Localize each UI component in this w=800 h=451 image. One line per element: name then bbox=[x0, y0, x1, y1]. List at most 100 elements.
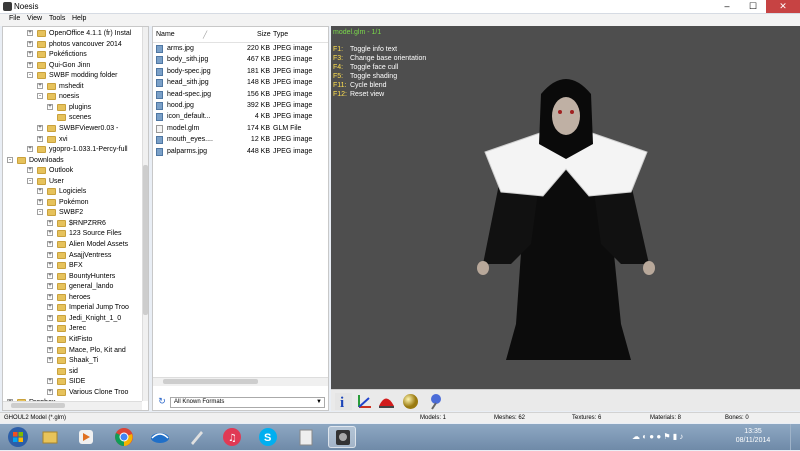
collapse-icon[interactable]: - bbox=[37, 93, 43, 100]
tree-item-label: Alien Model Assets bbox=[69, 241, 129, 248]
expand-icon[interactable]: + bbox=[47, 304, 53, 311]
menu-help[interactable]: Help bbox=[72, 15, 86, 22]
image-file-icon bbox=[156, 90, 163, 99]
shading-sphere-icon[interactable] bbox=[402, 393, 419, 410]
tree-vthumb[interactable] bbox=[143, 165, 148, 315]
menu-file[interactable]: File bbox=[9, 15, 20, 22]
column-size[interactable]: Size bbox=[257, 31, 271, 38]
collapse-icon[interactable]: - bbox=[27, 72, 33, 79]
itunes-taskbar-icon[interactable]: ♫ bbox=[218, 426, 246, 448]
expand-icon[interactable]: + bbox=[27, 61, 33, 68]
app-taskbar-icon-3[interactable] bbox=[292, 426, 320, 448]
file-row[interactable]: head-spec.jpg 156 KB JPEG image bbox=[153, 90, 328, 100]
expand-icon[interactable]: + bbox=[27, 40, 33, 47]
tree-item-label: scenes bbox=[69, 114, 92, 122]
collapse-icon[interactable]: - bbox=[27, 177, 33, 184]
expand-icon[interactable]: + bbox=[47, 230, 53, 237]
file-row[interactable]: hood.jpg 392 KB JPEG image bbox=[153, 101, 328, 111]
noesis-taskbar-icon[interactable] bbox=[328, 426, 356, 448]
refresh-icon[interactable]: ↻ bbox=[156, 395, 168, 407]
file-row[interactable]: model.glm 174 KB GLM File bbox=[153, 124, 328, 134]
collapse-icon[interactable]: - bbox=[7, 156, 13, 163]
file-row[interactable]: arms.jpg 220 KB JPEG image bbox=[153, 44, 328, 54]
maximize-button[interactable]: ☐ bbox=[740, 0, 766, 13]
chrome-taskbar-icon[interactable] bbox=[110, 426, 138, 448]
file-row[interactable]: body-spec.jpg 181 KB JPEG image bbox=[153, 67, 328, 77]
show-desktop-button[interactable] bbox=[790, 424, 800, 450]
tree-item-label: Downloads bbox=[29, 156, 64, 164]
app-taskbar-icon-1[interactable] bbox=[146, 426, 174, 448]
menu-tools[interactable]: Tools bbox=[49, 15, 65, 22]
expand-icon[interactable]: + bbox=[27, 146, 33, 153]
expand-icon[interactable]: + bbox=[47, 357, 53, 364]
expand-icon[interactable]: + bbox=[47, 219, 53, 226]
expand-icon[interactable]: + bbox=[27, 51, 33, 58]
expand-icon[interactable]: + bbox=[47, 388, 53, 395]
expand-icon[interactable]: + bbox=[37, 188, 43, 195]
file-list[interactable]: Name ╱ Size Type arms.jpg 220 KB JPEG imag… bbox=[152, 26, 329, 411]
tool-bulb-icon[interactable] bbox=[427, 393, 444, 410]
expand-icon[interactable]: + bbox=[47, 251, 53, 258]
tree-item-label: mshedit bbox=[59, 82, 84, 90]
media-player-taskbar-icon[interactable] bbox=[72, 426, 100, 448]
expand-icon[interactable]: + bbox=[27, 30, 33, 36]
expand-icon[interactable]: + bbox=[37, 124, 43, 131]
close-button[interactable]: ✕ bbox=[766, 0, 800, 13]
expand-icon[interactable]: + bbox=[27, 167, 33, 174]
tree-item-label: Outlook bbox=[49, 167, 74, 175]
window-title: Noesis bbox=[14, 2, 39, 11]
file-row[interactable]: body_sith.jpg 467 KB JPEG image bbox=[153, 55, 328, 65]
expand-icon[interactable]: + bbox=[47, 346, 53, 353]
file-row[interactable]: palparms.jpg 448 KB JPEG image bbox=[153, 147, 328, 157]
axes-icon[interactable] bbox=[356, 393, 373, 410]
tree-item-label: Pokéfictions bbox=[49, 51, 87, 59]
model-file-icon bbox=[156, 124, 163, 133]
system-tray-icons[interactable]: ☁ ◐ ● ● ⚑ ▮ ♪ bbox=[632, 432, 722, 442]
expand-icon[interactable]: + bbox=[47, 103, 53, 110]
expand-icon[interactable]: + bbox=[47, 283, 53, 290]
folder-icon bbox=[47, 198, 56, 206]
app-taskbar-icon-2[interactable] bbox=[182, 426, 210, 448]
model-viewport[interactable]: model.glm - 1/1 F1: Toggle info text F3: Ch… bbox=[331, 26, 800, 389]
file-row[interactable]: icon_default... 4 KB JPEG image bbox=[153, 112, 328, 122]
expand-icon[interactable]: + bbox=[47, 325, 53, 332]
clock-time: 13:35 bbox=[744, 428, 762, 435]
collapse-icon[interactable]: - bbox=[37, 209, 43, 216]
column-type[interactable]: Type bbox=[273, 31, 288, 38]
tree-hthumb[interactable] bbox=[11, 403, 65, 408]
file-size: 148 KB bbox=[247, 79, 270, 87]
skype-taskbar-icon[interactable]: S bbox=[254, 426, 282, 448]
file-list-hscroll-thumb[interactable] bbox=[163, 379, 258, 384]
file-name: head_sith.jpg bbox=[167, 79, 209, 87]
expand-icon[interactable]: + bbox=[37, 135, 43, 142]
expand-icon[interactable]: + bbox=[47, 293, 53, 300]
image-file-icon bbox=[156, 136, 163, 145]
expand-icon[interactable]: + bbox=[37, 82, 43, 89]
tree-item-label: SIDE bbox=[69, 378, 86, 386]
expand-icon[interactable]: + bbox=[47, 272, 53, 279]
info-icon[interactable]: i bbox=[335, 393, 352, 411]
expand-icon[interactable]: + bbox=[47, 378, 53, 385]
status-meshes: Meshes: 62 bbox=[494, 415, 526, 421]
file-row[interactable]: mouth_eyes.... 12 KB JPEG image bbox=[153, 135, 328, 145]
folder-tree[interactable]: + OpenOffice 4.1.1 (fr) Instal + photos van… bbox=[2, 26, 149, 411]
expand-icon[interactable]: + bbox=[47, 262, 53, 269]
expand-icon[interactable]: + bbox=[47, 335, 53, 342]
file-row[interactable]: head_sith.jpg 148 KB JPEG image bbox=[153, 78, 328, 88]
column-name[interactable]: Name bbox=[156, 31, 175, 38]
expand-icon[interactable]: + bbox=[37, 198, 43, 205]
title-bar: Noesis – ☐ ✕ bbox=[0, 0, 800, 14]
tree-item-label: sid bbox=[69, 367, 78, 375]
file-list-header: Name ╱ Size Type bbox=[153, 27, 328, 43]
red-dome-icon[interactable] bbox=[378, 393, 395, 410]
start-button[interactable] bbox=[4, 426, 32, 448]
tree-item-label: $RNPZRR6 bbox=[69, 219, 106, 227]
file-name: mouth_eyes.... bbox=[167, 136, 213, 144]
explorer-taskbar-icon[interactable] bbox=[36, 426, 64, 448]
taskbar-clock[interactable]: 13:35 08/11/2014 bbox=[728, 427, 778, 445]
format-filter-select[interactable]: All Known Formats ▼ bbox=[170, 397, 325, 408]
minimize-button[interactable]: – bbox=[714, 0, 740, 13]
menu-view[interactable]: View bbox=[27, 15, 42, 22]
expand-icon[interactable]: + bbox=[47, 241, 53, 247]
expand-icon[interactable]: + bbox=[47, 314, 53, 321]
